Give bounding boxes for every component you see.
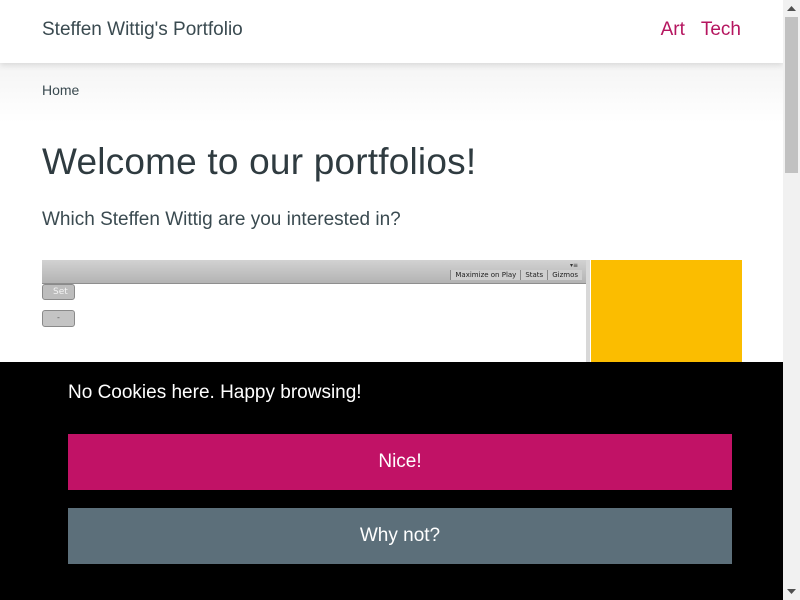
unity-tab-gizmos: Gizmos xyxy=(547,270,582,280)
page-subtitle: Which Steffen Wittig are you interested … xyxy=(42,209,401,230)
unity-small-button: - xyxy=(42,310,75,327)
breadcrumb: Home xyxy=(42,82,79,98)
vertical-scrollbar[interactable] xyxy=(783,0,800,600)
scrollbar-thumb[interactable] xyxy=(785,17,798,173)
why-not-button[interactable]: Why not? xyxy=(68,508,732,564)
unity-editor-toolbar: ▾≡ Maximize on Play Stats Gizmos xyxy=(42,260,586,284)
unity-tab-stats: Stats xyxy=(520,270,548,280)
arrow-down-icon[interactable] xyxy=(783,583,800,600)
nav-links: Art Tech xyxy=(661,19,741,41)
cookie-message: No Cookies here. Happy browsing! xyxy=(68,382,362,403)
navbar: Steffen Wittig's Portfolio Art Tech xyxy=(0,0,783,63)
unity-tabs: Maximize on Play Stats Gizmos xyxy=(450,270,582,280)
nav-link-tech[interactable]: Tech xyxy=(701,19,741,41)
unity-menu-icon: ▾≡ xyxy=(569,262,578,269)
unity-set-button: Set xyxy=(42,284,75,300)
unity-tab-maximize: Maximize on Play xyxy=(450,270,521,280)
breadcrumb-home[interactable]: Home xyxy=(42,82,79,98)
nav-link-art[interactable]: Art xyxy=(661,19,685,41)
accept-cookies-button[interactable]: Nice! xyxy=(68,434,732,490)
page: Steffen Wittig's Portfolio Art Tech Home… xyxy=(0,0,783,600)
arrow-up-icon[interactable] xyxy=(783,0,800,17)
page-title: Welcome to our portfolios! xyxy=(42,141,477,182)
brand-link[interactable]: Steffen Wittig's Portfolio xyxy=(42,19,243,41)
cookie-banner: No Cookies here. Happy browsing! Nice! W… xyxy=(0,362,783,600)
